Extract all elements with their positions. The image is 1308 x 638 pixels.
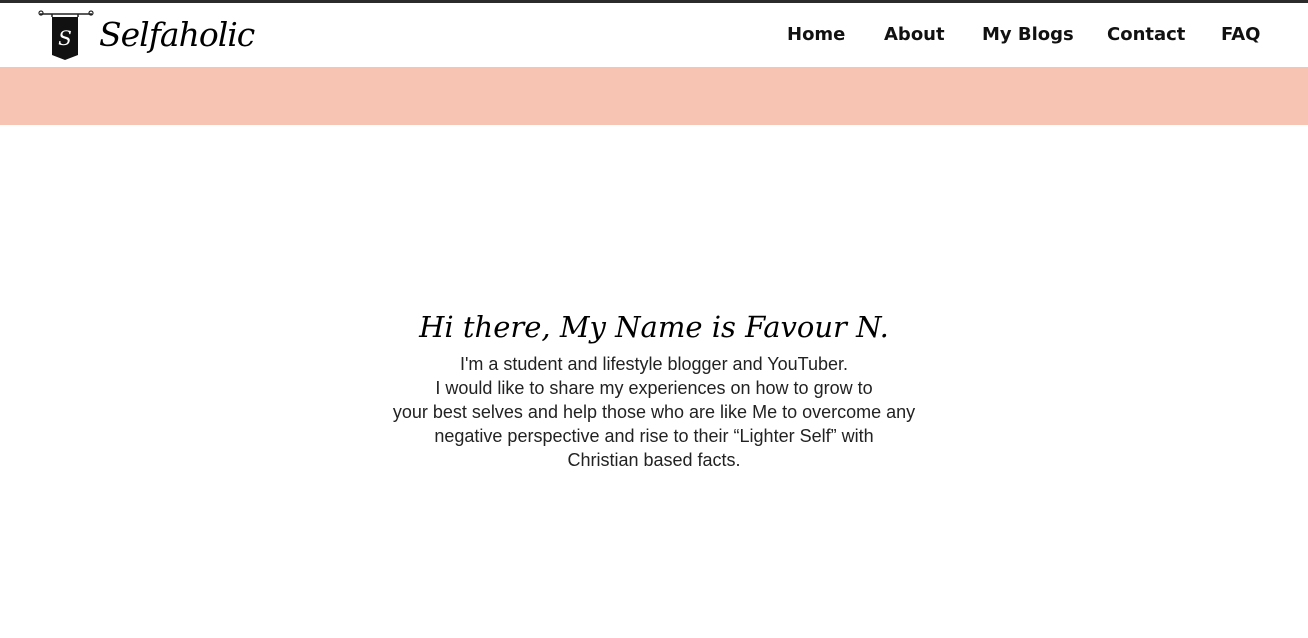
nav-faq[interactable]: FAQ: [1221, 23, 1260, 47]
intro-line: I'm a student and lifestyle blogger and …: [459, 354, 849, 374]
intro-line: your best selves and help those who are …: [392, 402, 916, 422]
intro-line: Christian based facts.: [567, 450, 741, 470]
nav-about[interactable]: About: [884, 23, 945, 47]
intro-line: negative perspective and rise to their “…: [434, 426, 874, 446]
intro-section: Hi there, My Name is Favour N. I'm a stu…: [0, 302, 1308, 472]
nav-my-blogs[interactable]: My Blogs: [982, 23, 1074, 47]
nav-contact[interactable]: Contact: [1107, 23, 1185, 47]
logo-badge-letter: S: [58, 26, 72, 50]
nav-home[interactable]: Home: [787, 23, 845, 47]
hanging-banner-logo-icon: S: [38, 10, 94, 60]
intro-description: I'm a student and lifestyle blogger and …: [0, 352, 1308, 472]
hero-banner: [0, 67, 1308, 125]
brand-name: Selfaholic: [99, 15, 255, 54]
site-logo[interactable]: S Selfaholic: [36, 9, 255, 65]
intro-line: I would like to share my experiences on …: [435, 378, 873, 398]
intro-heading: Hi there, My Name is Favour N.: [419, 310, 889, 344]
site-header: S Selfaholic Home About My Blogs Contact…: [0, 3, 1308, 67]
